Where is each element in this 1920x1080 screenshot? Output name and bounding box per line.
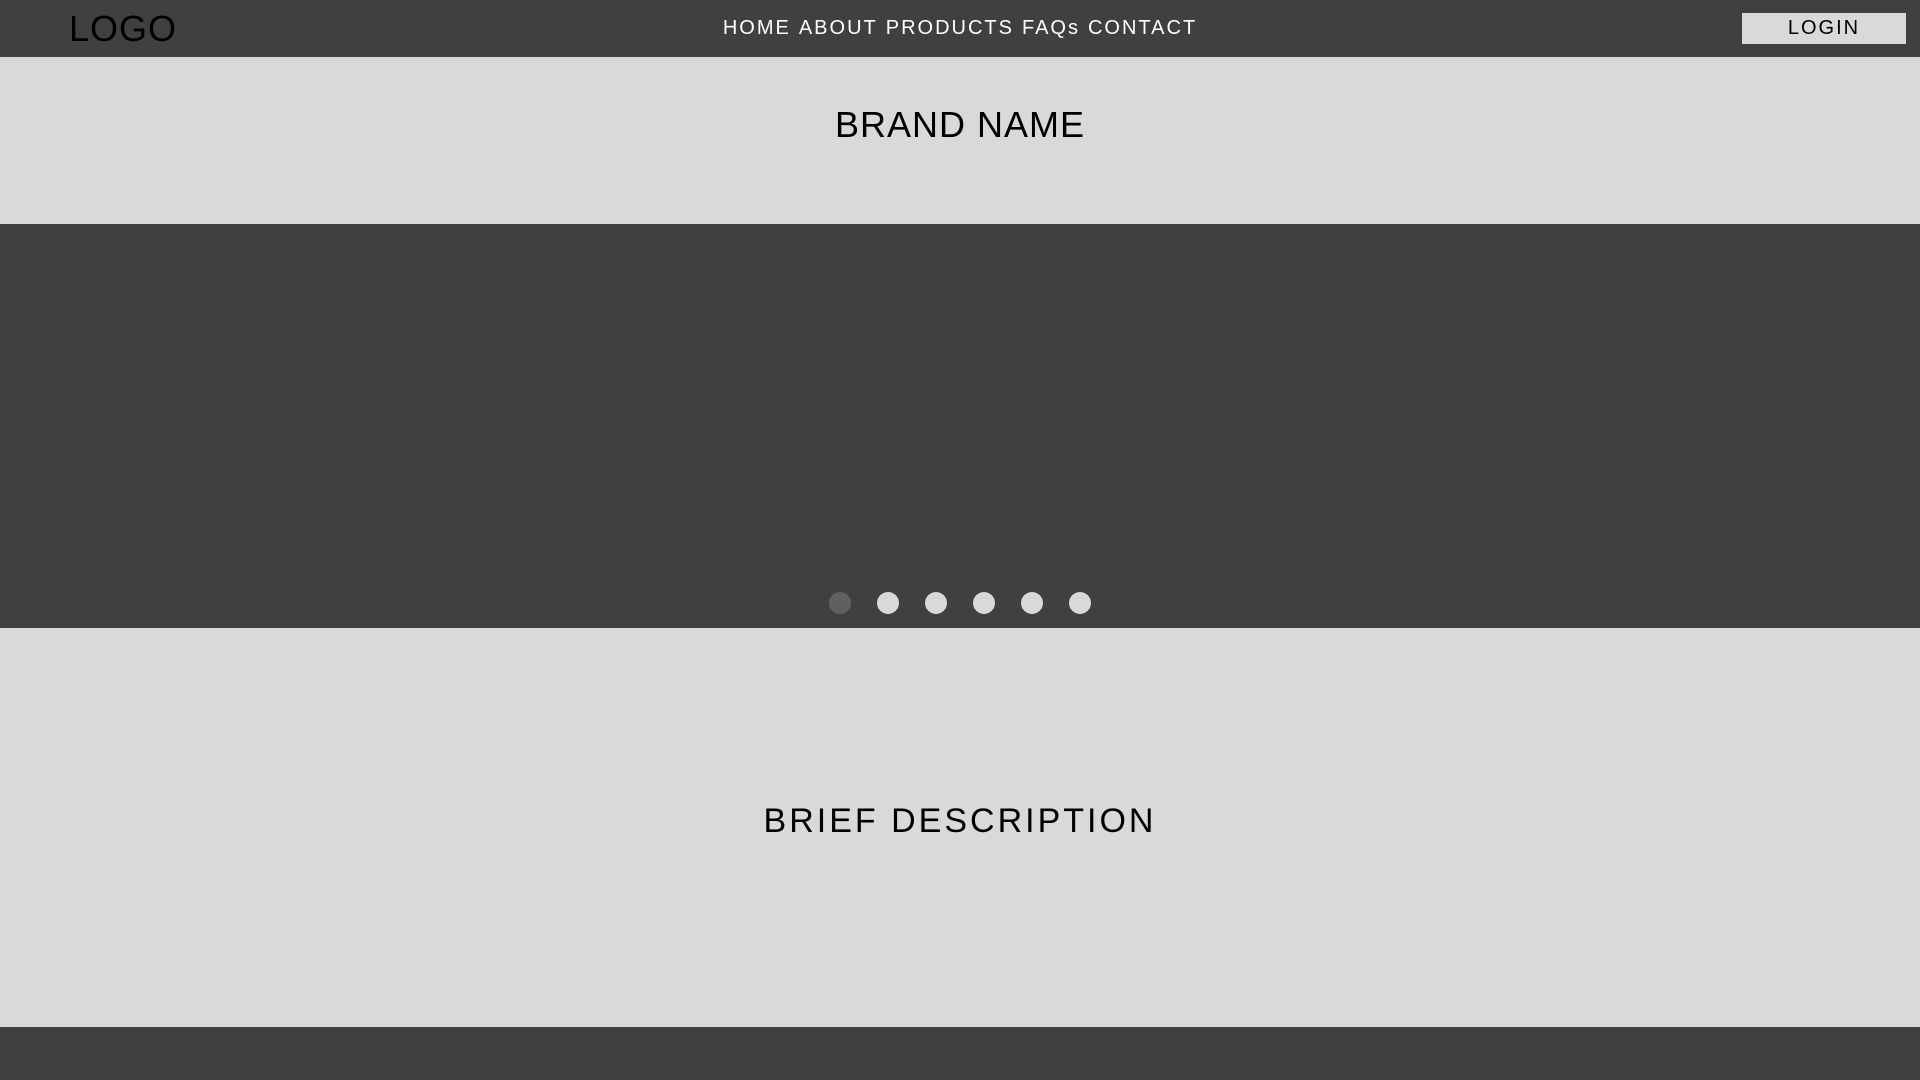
login-button[interactable]: LOGIN — [1742, 13, 1906, 44]
hero-carousel[interactable] — [0, 224, 1920, 628]
brand-name: BRAND NAME — [834, 104, 1086, 145]
carousel-dots — [829, 592, 1091, 614]
nav-link-contact[interactable]: CONTACT — [1088, 16, 1197, 40]
carousel-dot-5[interactable] — [1021, 592, 1043, 614]
carousel-dot-3[interactable] — [925, 592, 947, 614]
logo[interactable]: LOGO — [69, 8, 177, 50]
nav-link-home[interactable]: HOME — [723, 16, 791, 40]
brief-description: BRIEF DESCRIPTION — [763, 802, 1157, 840]
footer — [0, 1027, 1920, 1080]
nav-links: HOME ABOUT PRODUCTS FAQs CONTACT — [0, 0, 1920, 57]
navbar: LOGO HOME ABOUT PRODUCTS FAQs CONTACT LO… — [0, 0, 1920, 57]
carousel-dot-1[interactable] — [829, 592, 851, 614]
carousel-dot-4[interactable] — [973, 592, 995, 614]
nav-link-products[interactable]: PRODUCTS — [886, 16, 1014, 40]
carousel-dot-2[interactable] — [877, 592, 899, 614]
brand-section: BRAND NAME — [0, 57, 1920, 224]
nav-link-about[interactable]: ABOUT — [799, 16, 878, 40]
description-section: BRIEF DESCRIPTION — [0, 628, 1920, 1027]
nav-link-faqs[interactable]: FAQs — [1022, 16, 1080, 40]
carousel-dot-6[interactable] — [1069, 592, 1091, 614]
